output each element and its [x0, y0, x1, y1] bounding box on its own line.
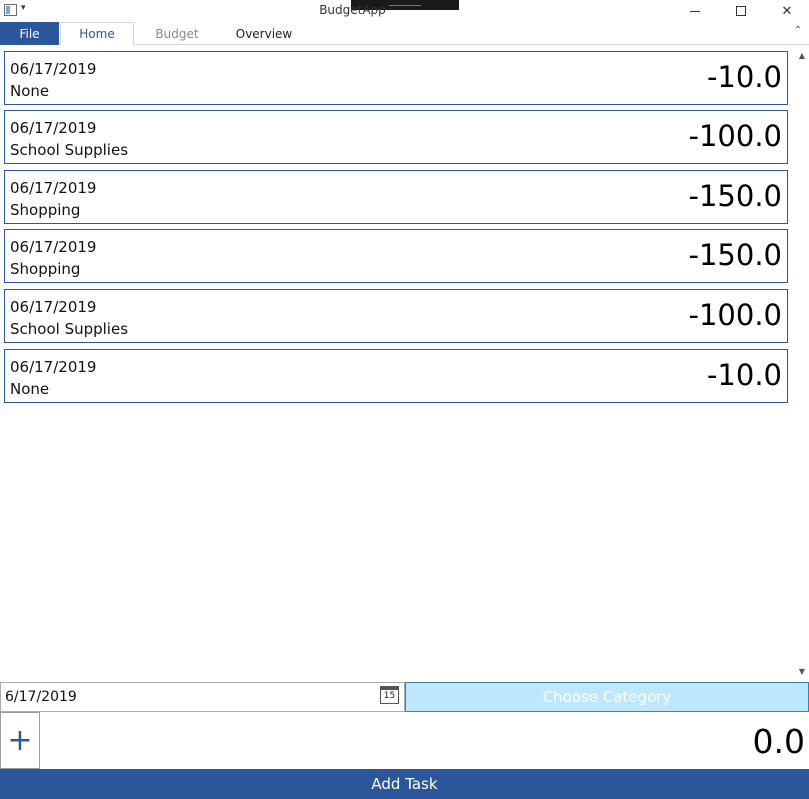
category-select[interactable]: Choose Category	[405, 682, 809, 712]
calendar-icon[interactable]: 15	[380, 686, 399, 704]
category-placeholder: Choose Category	[542, 688, 672, 706]
transaction-amount: -150.0	[688, 238, 783, 272]
transaction-date: 06/17/2019	[10, 60, 97, 78]
tab-home[interactable]: Home	[60, 22, 134, 46]
plus-button[interactable]: +	[0, 712, 40, 769]
add-task-button[interactable]: Add Task	[0, 769, 809, 799]
close-button[interactable]: ✕	[764, 0, 809, 22]
add-task-label: Add Task	[371, 775, 438, 793]
transaction-amount: -10.0	[706, 358, 782, 392]
transaction-date: 06/17/2019	[10, 298, 97, 316]
minimize-icon	[690, 10, 700, 12]
transaction-date: 06/17/2019	[10, 238, 97, 256]
list-scrollbar[interactable]: ▲ ▼	[795, 45, 809, 680]
transaction-category: School Supplies	[10, 141, 129, 159]
transaction-row[interactable]: 06/17/2019 Shopping -150.0	[4, 229, 788, 283]
ribbon-tab-bar: File Home Budget Overview ⌃	[0, 22, 809, 46]
amount-value: 0.0	[752, 722, 805, 761]
plus-icon: +	[7, 722, 33, 758]
transaction-row[interactable]: 06/17/2019 Shopping -150.0	[4, 170, 788, 224]
transaction-row[interactable]: 06/17/2019 None -10.0	[4, 349, 788, 403]
transaction-category: School Supplies	[10, 320, 129, 338]
tab-budget[interactable]: Budget	[144, 22, 210, 45]
scroll-up-icon[interactable]: ▲	[795, 49, 809, 63]
transaction-amount: -100.0	[688, 298, 783, 332]
transaction-date: 06/17/2019	[10, 358, 97, 376]
transaction-row[interactable]: 06/17/2019 School Supplies -100.0	[4, 289, 788, 343]
transaction-amount: -10.0	[706, 60, 782, 94]
transaction-category: None	[10, 82, 50, 100]
maximize-button[interactable]	[718, 0, 764, 22]
ribbon-collapse-icon[interactable]: ⌃	[791, 25, 805, 36]
transaction-list[interactable]: 06/17/2019 None -10.0 06/17/2019 School …	[0, 45, 795, 680]
transaction-date: 06/17/2019	[10, 179, 97, 197]
tab-file[interactable]: File	[0, 22, 59, 45]
scroll-down-icon[interactable]: ▼	[795, 665, 809, 679]
transaction-category: Shopping	[10, 201, 81, 219]
tab-overview[interactable]: Overview	[229, 22, 299, 45]
window-title: BudgetApp	[319, 3, 386, 17]
close-icon: ✕	[781, 3, 793, 19]
transaction-category: None	[10, 380, 50, 398]
minimize-button[interactable]	[672, 0, 718, 22]
transaction-row[interactable]: 06/17/2019 School Supplies -100.0	[4, 110, 788, 164]
date-picker[interactable]: 6/17/2019 15	[0, 682, 405, 712]
maximize-icon	[736, 6, 746, 16]
date-field[interactable]: 6/17/2019	[5, 689, 77, 705]
transaction-amount: -150.0	[688, 179, 783, 213]
transaction-category: Shopping	[10, 260, 81, 278]
transaction-row[interactable]: 06/17/2019 None -10.0	[4, 51, 788, 105]
title-bar: ▾ BudgetApp ✕	[0, 0, 809, 22]
transaction-date: 06/17/2019	[10, 119, 97, 137]
transaction-amount: -100.0	[688, 119, 783, 153]
amount-field[interactable]: 0.0	[40, 712, 809, 769]
